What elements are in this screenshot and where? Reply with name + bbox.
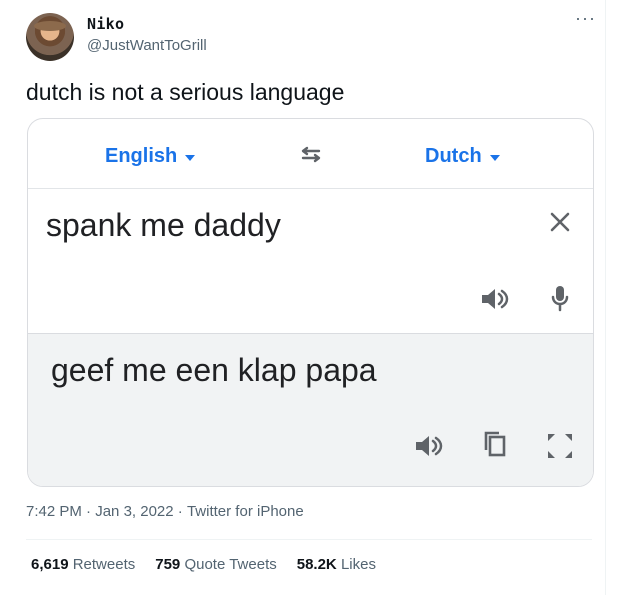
tweet-date[interactable]: Jan 3, 2022 [95,503,173,520]
likes-count: 58.2K [296,556,337,573]
fullscreen-icon[interactable] [546,432,574,460]
target-language-label: Dutch [425,145,482,167]
speaker-icon[interactable] [414,433,444,459]
tweet-header: Niko @JustWantToGrill ··· [26,9,596,65]
chevron-down-icon [489,154,500,161]
source-text[interactable]: spank me daddy [46,205,281,245]
translated-text: geef me een klap papa [51,352,377,388]
microphone-icon[interactable] [549,285,571,313]
target-language-selector[interactable]: Dutch [425,145,500,168]
quote-tweets-count: 759 [155,556,181,573]
likes-stat[interactable]: 58.2K Likes [297,556,376,573]
translation-screenshot[interactable]: English Dutch spank me daddy geef me een… [27,118,594,487]
likes-label: Likes [340,556,376,573]
source-language-selector[interactable]: English [105,145,196,168]
speaker-icon[interactable] [480,286,510,312]
divider [26,539,592,540]
timeline-border [605,0,606,595]
tweet-stats: 6,619 Retweets 759 Quote Tweets 58.2K Li… [31,556,376,573]
meta-separator: · [86,503,96,520]
quote-tweets-label: Quote Tweets [184,556,277,573]
tweet-client[interactable]: Twitter for iPhone [187,503,304,520]
tweet-text: dutch is not a serious language [26,79,345,105]
copy-icon[interactable] [482,430,508,460]
more-horizontal-icon[interactable]: ··· [575,9,596,27]
author-handle[interactable]: @JustWantToGrill [87,37,207,54]
retweets-stat[interactable]: 6,619 Retweets [31,556,135,573]
source-language-label: English [105,145,178,167]
swap-arrows-icon[interactable] [298,143,324,167]
meta-separator: · [177,503,187,520]
author-name[interactable]: Niko [87,15,124,33]
tweet-time[interactable]: 7:42 PM [26,503,82,520]
retweets-label: Retweets [72,556,136,573]
translation-result-panel: geef me een klap papa [28,334,593,486]
language-bar: English Dutch [28,119,593,189]
avatar[interactable] [26,13,74,61]
chevron-down-icon [185,154,196,161]
tweet-metadata: 7:42 PM · Jan 3, 2022 · Twitter for iPho… [26,503,304,520]
close-icon[interactable] [548,210,572,234]
quote-tweets-stat[interactable]: 759 Quote Tweets [155,556,276,573]
retweets-count: 6,619 [31,556,69,573]
source-panel: spank me daddy [28,189,593,334]
